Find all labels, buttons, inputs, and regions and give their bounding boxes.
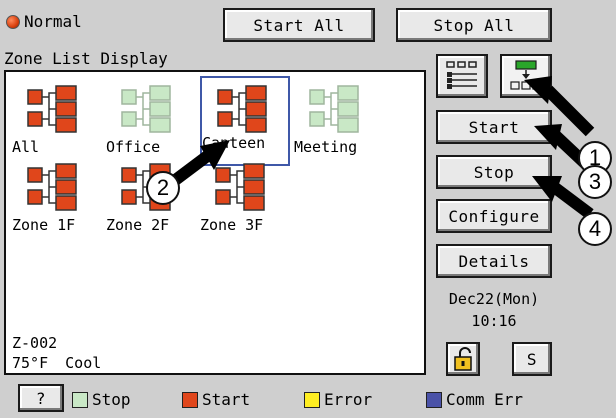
- callout-2: 2: [146, 171, 180, 205]
- callout-4: 4: [578, 212, 612, 246]
- callout-3: 3: [578, 165, 612, 199]
- callout-arrow-1-icon: [524, 76, 552, 104]
- annotation-arrows: [166, 76, 595, 219]
